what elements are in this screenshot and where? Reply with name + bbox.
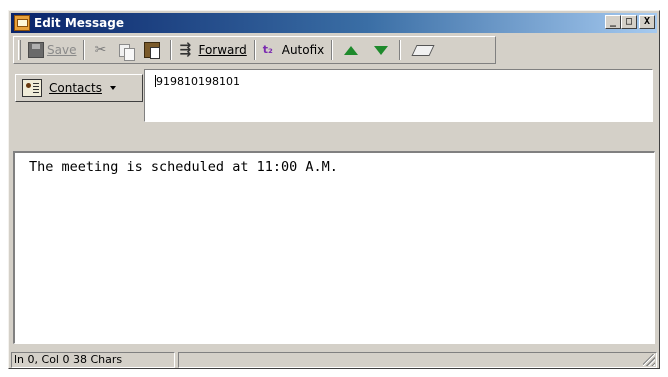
maximize-button[interactable]: □ (621, 15, 637, 29)
copy-icon (119, 43, 136, 61)
paste-icon (144, 42, 161, 59)
title-bar[interactable]: Edit Message _ □ X (11, 13, 657, 33)
toolbar-separator (170, 40, 173, 60)
save-label: Save (47, 43, 77, 57)
save-button[interactable]: Save (24, 39, 80, 61)
message-text: The meeting is scheduled at 11:00 A.M. (29, 159, 338, 175)
edit-message-window: Edit Message _ □ X Save ✂ ⇶ Forward t₂ A… (8, 10, 660, 369)
cut-icon: ✂ (94, 42, 107, 58)
status-bar: ln 0, Col 0 38 Chars (11, 351, 657, 368)
autofix-label: Autofix (281, 43, 325, 57)
forward-icon: ⇶ (179, 42, 192, 58)
recipient-number: 919810198101 (156, 75, 240, 88)
eraser-button[interactable] (404, 39, 442, 61)
message-body-editor[interactable]: The meeting is scheduled at 11:00 A.M. (13, 151, 655, 344)
copy-button[interactable] (115, 39, 140, 61)
contacts-label: Contacts (49, 81, 102, 95)
recipient-input[interactable]: 919810198101 (144, 69, 653, 122)
save-icon (28, 42, 44, 58)
window-controls: _ □ X (605, 15, 655, 29)
forward-label: Forward (198, 43, 247, 57)
cut-button[interactable]: ✂ (88, 39, 115, 61)
toolbar-separator (331, 40, 334, 60)
cursor-position-status: ln 0, Col 0 38 Chars (11, 352, 175, 368)
toolbar-separator (399, 40, 402, 60)
toolbar-grip[interactable] (18, 40, 21, 60)
previous-message-button[interactable] (336, 39, 366, 61)
forward-button[interactable]: ⇶ Forward (175, 39, 250, 61)
toolbar-separator (83, 40, 86, 60)
autofix-button[interactable]: t₂ Autofix (259, 39, 329, 61)
status-panel (178, 352, 657, 368)
toolbar: Save ✂ ⇶ Forward t₂ Autofix (13, 36, 496, 64)
autofix-icon: t₂ (262, 43, 273, 56)
down-arrow-icon (374, 45, 389, 55)
paste-button[interactable] (140, 39, 167, 61)
contacts-button[interactable]: Contacts (15, 74, 143, 102)
close-button[interactable]: X (639, 15, 655, 29)
minimize-button[interactable]: _ (605, 15, 621, 29)
window-title: Edit Message (34, 16, 125, 30)
chevron-down-icon (109, 86, 116, 90)
recipient-header: Contacts 919810198101 (13, 66, 655, 145)
resize-grip[interactable] (643, 354, 655, 366)
next-message-button[interactable] (366, 39, 396, 61)
message-app-icon (14, 15, 30, 31)
eraser-icon (411, 44, 435, 56)
up-arrow-icon (344, 45, 359, 55)
toolbar-separator (253, 40, 256, 60)
address-book-icon (22, 79, 42, 97)
